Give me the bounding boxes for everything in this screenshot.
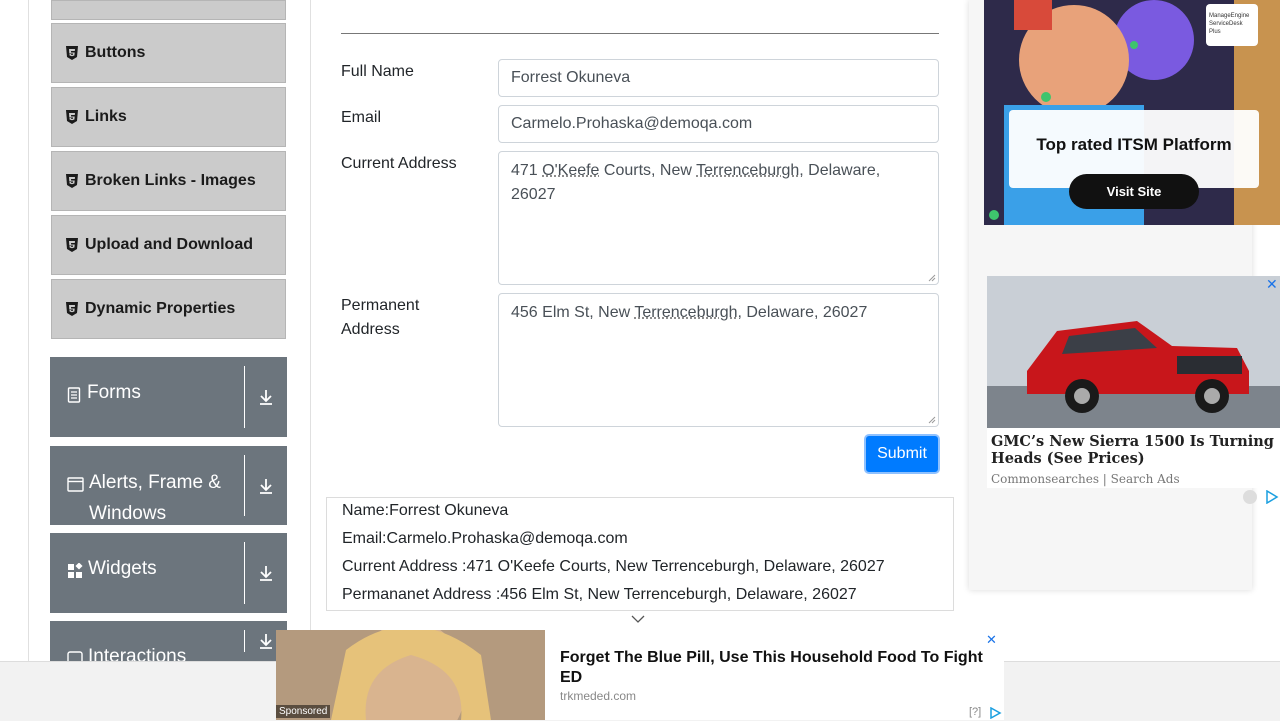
text-part: Courts, New (599, 162, 697, 179)
submit-button[interactable]: Submit (864, 434, 940, 474)
html5-icon (66, 46, 78, 60)
resize-handle-icon[interactable] (928, 416, 936, 424)
bottom-ad[interactable]: Sponsored Forget The Blue Pill, Use This… (276, 630, 1004, 720)
output-email: Email:Carmelo.Prohaska@demoqa.com (342, 530, 628, 547)
text-part: , Delaware, (799, 162, 881, 179)
car-ad-headline[interactable]: GMC’s New Sierra 1500 Is Turning Heads (… (991, 433, 1276, 467)
truck-image (987, 276, 1280, 428)
current-address-textarea[interactable]: 471 O'Keefe Courts, New Terrenceburgh, D… (498, 151, 939, 285)
close-icon[interactable]: ✕ (1266, 276, 1280, 292)
label-line: Permanent (341, 297, 420, 314)
sidebar-right-border (310, 0, 311, 720)
sidebar-item-label: Buttons (85, 44, 146, 61)
ad-choices-icon[interactable] (988, 706, 1002, 720)
sidebar-item-label: Upload and Download (85, 236, 253, 253)
sidebar-group-widgets[interactable]: Widgets (50, 533, 287, 613)
text-part: Terrenceburgh (696, 162, 800, 179)
car-ad-source: Commonsearches | Search Ads (991, 472, 1180, 486)
output-current-address: Current Address :471 O'Keefe Courts, New… (342, 558, 885, 575)
resize-handle-icon[interactable] (928, 274, 936, 282)
download-arrow-icon[interactable] (245, 533, 287, 613)
sidebar-group-forms[interactable]: Forms (50, 357, 287, 437)
sidebar-item-upload-download[interactable]: Upload and Download (51, 215, 286, 275)
widgets-icon (67, 562, 83, 585)
output-permanent-address: Permananet Address :456 Elm St, New Terr… (342, 586, 857, 603)
sidebar-group-alerts[interactable]: Alerts, Frame & Windows (50, 446, 287, 525)
full-name-label: Full Name (341, 63, 414, 80)
text-part: 26027 (511, 186, 556, 203)
current-address-label: Current Address (341, 155, 457, 172)
sidebar-item-partial[interactable] (51, 0, 286, 20)
sidebar-item-buttons[interactable]: Buttons (51, 23, 286, 83)
bottom-ad-headline[interactable]: Forget The Blue Pill, Use This Household… (560, 648, 990, 688)
html5-icon (66, 302, 78, 316)
email-value: Carmelo.Prohaska@demoqa.com (511, 115, 753, 132)
ad-help-link[interactable]: [?] (969, 706, 981, 718)
sidebar-group-label-line2: Windows (89, 503, 167, 524)
car-ad[interactable]: GMC’s New Sierra 1500 Is Turning Heads (… (987, 276, 1280, 488)
interactions-icon (67, 651, 83, 661)
sidebar-group-label: Forms (87, 382, 141, 403)
text-part: 471 (511, 162, 543, 179)
sidebar-item-links[interactable]: Links (51, 87, 286, 147)
download-arrow-icon[interactable] (245, 357, 287, 437)
full-name-value: Forrest Okuneva (511, 69, 631, 86)
itsm-ad[interactable]: ManageEngine ServiceDesk Plus Top rated … (984, 0, 1280, 225)
close-icon[interactable]: ✕ (986, 632, 997, 648)
ad-choices-icon[interactable] (1264, 489, 1280, 505)
visit-site-button[interactable]: Visit Site (1069, 174, 1199, 209)
sidebar-group-label: Alerts, Frame & (89, 472, 221, 493)
sidebar-group-label: Interactions (88, 646, 187, 661)
output-name: Name:Forrest Okuneva (342, 502, 509, 519)
sidebar-item-label: Broken Links - Images (85, 172, 256, 189)
permanent-address-label: Permanent Address (341, 294, 419, 342)
sidebar-item-broken-links[interactable]: Broken Links - Images (51, 151, 286, 211)
sidebar-item-label: Dynamic Properties (85, 300, 236, 317)
text-part: O'Keefe (542, 162, 600, 179)
chevron-down-icon[interactable] (630, 612, 646, 624)
html5-icon (66, 174, 78, 188)
bottom-ad-domain: trkmeded.com (560, 689, 637, 703)
form-icon (67, 387, 81, 409)
text-part: Terrenceburgh (634, 304, 738, 321)
sidebar-item-dynamic-properties[interactable]: Dynamic Properties (51, 279, 286, 339)
window-icon (67, 476, 84, 498)
itsm-ad-headline: Top rated ITSM Platform (1036, 135, 1232, 154)
sidebar-left-border (28, 0, 29, 720)
sponsored-label: Sponsored (276, 705, 331, 718)
text-part: , Delaware, 26027 (737, 304, 868, 321)
ad-choices-face-icon[interactable] (1243, 490, 1257, 504)
text-part: 456 Elm St, New (511, 304, 635, 321)
sidebar-item-label: Links (85, 108, 127, 125)
sidebar-group-label: Widgets (88, 558, 157, 579)
servicedesk-logo: ManageEngine ServiceDesk Plus (1206, 4, 1258, 46)
full-name-input[interactable]: Forrest Okuneva (498, 59, 939, 97)
permanent-address-textarea[interactable]: 456 Elm St, New Terrenceburgh, Delaware,… (498, 293, 939, 427)
html5-icon (66, 238, 78, 252)
email-input[interactable]: Carmelo.Prohaska@demoqa.com (498, 105, 939, 143)
form-divider (341, 33, 939, 34)
email-label: Email (341, 109, 382, 126)
sidebar-group-interactions[interactable]: Interactions (50, 621, 287, 661)
download-arrow-icon[interactable] (245, 446, 287, 525)
label-line: Address (341, 321, 400, 338)
html5-icon (66, 110, 78, 124)
